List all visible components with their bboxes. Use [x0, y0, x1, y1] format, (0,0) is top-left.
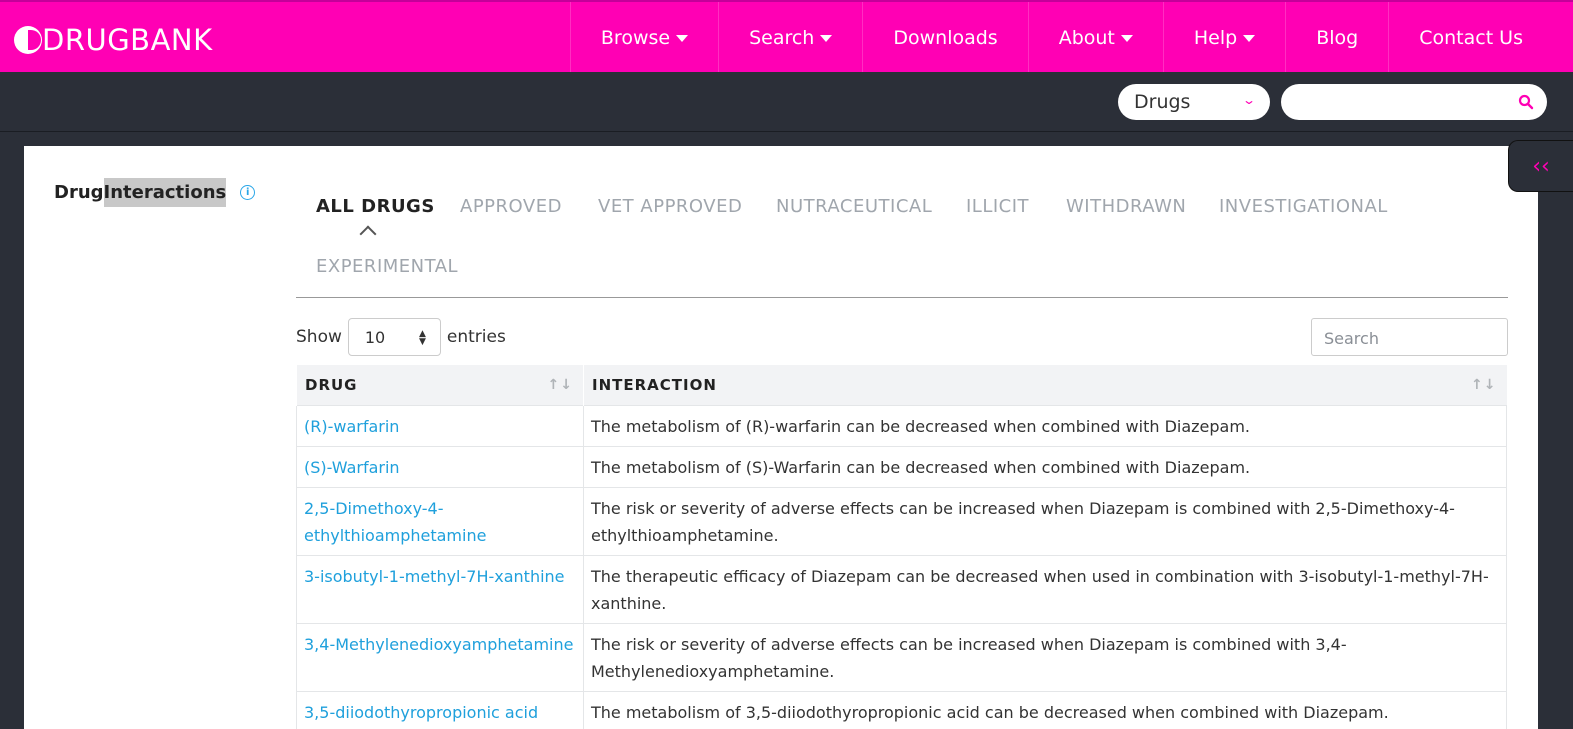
- nav-item-downloads[interactable]: Downloads: [862, 2, 1027, 74]
- caret-down-icon: [1243, 34, 1256, 42]
- tab-approved[interactable]: APPROVED: [460, 196, 562, 217]
- nav-item-label: About: [1058, 27, 1115, 49]
- sort-icon: ↑↓: [547, 377, 573, 393]
- column-header-drug[interactable]: DRUG ↑↓: [296, 365, 584, 405]
- drug-type-tabs: ALL DRUGS APPROVED VET APPROVED NUTRACEUTIC…: [296, 196, 1508, 298]
- logo-mark-icon: [14, 26, 42, 54]
- nav-item-label: Search: [749, 27, 815, 49]
- table-header-row: DRUG ↑↓ INTERACTION ↑↓: [296, 365, 1507, 405]
- section-title: Drug Interactions i: [54, 178, 256, 207]
- logo-text: DRUGBANK: [42, 23, 213, 57]
- chevron-down-icon: ⌄: [1241, 93, 1257, 107]
- drug-link[interactable]: 3-isobutyl-1-methyl-7H-xanthine: [296, 554, 584, 623]
- sidebar-toggle-button[interactable]: ‹‹: [1508, 140, 1573, 192]
- active-tab-caret-icon: [359, 225, 377, 243]
- main-nav: Browse Search Downloads About Help Blog Contac…: [569, 2, 1553, 74]
- tab-label: ILLICIT: [966, 196, 1030, 217]
- table-body: (R)-warfarin The metabolism of (R)-warfar…: [296, 404, 1507, 729]
- nav-item-about[interactable]: About: [1027, 2, 1163, 74]
- table-row: (R)-warfarin The metabolism of (R)-warfar…: [296, 404, 1507, 446]
- drug-link[interactable]: (S)-Warfarin: [296, 445, 584, 487]
- tab-investigational[interactable]: INVESTIGATIONAL: [1219, 196, 1388, 217]
- entries-length-control: Show 10 ▲ ▼ entries: [296, 318, 506, 356]
- table-row: 2,5-Dimethoxy-4-ethylthioamphetamine The …: [296, 486, 1507, 555]
- nav-item-label: Help: [1193, 27, 1238, 49]
- nav-item-contact-us[interactable]: Contact Us: [1388, 2, 1553, 74]
- entries-value: 10: [364, 327, 386, 347]
- table-row: 3,4-Methylenedioxyamphetamine The risk or…: [296, 622, 1507, 691]
- interaction-text: The risk or severity of adverse effects …: [583, 486, 1507, 555]
- nav-item-label: Contact Us: [1419, 27, 1523, 49]
- section-title-highlight: Interactions: [103, 178, 227, 207]
- table-row: 3-isobutyl-1-methyl-7H-xanthine The thera…: [296, 554, 1507, 623]
- up-down-icon: ▲ ▼: [418, 329, 426, 347]
- drugbank-logo[interactable]: DRUGBANK: [14, 24, 213, 56]
- search-input[interactable]: [1281, 84, 1547, 120]
- show-label: Show: [296, 327, 342, 347]
- caret-down-icon: [676, 34, 689, 42]
- search-icon[interactable]: [1517, 93, 1535, 111]
- caret-down-icon: [1120, 34, 1133, 42]
- table-search-placeholder: Search: [1324, 329, 1379, 348]
- nav-item-label: Browse: [600, 27, 671, 49]
- content-top-strip: [24, 132, 1538, 146]
- interaction-text: The metabolism of (S)-Warfarin can be de…: [583, 445, 1507, 487]
- nav-item-label: Blog: [1316, 27, 1359, 49]
- nav-item-search[interactable]: Search: [718, 2, 862, 74]
- entries-label: entries: [446, 327, 506, 347]
- tab-label: INVESTIGATIONAL: [1219, 196, 1388, 217]
- top-navbar: DRUGBANK Browse Search Downloads About Help B…: [0, 0, 1573, 74]
- tab-label: WITHDRAWN: [1066, 196, 1187, 217]
- tab-withdrawn[interactable]: WITHDRAWN: [1066, 196, 1186, 217]
- column-header-label: DRUG: [305, 375, 358, 394]
- column-header-label: INTERACTION: [592, 375, 717, 394]
- tab-label: VET APPROVED: [598, 196, 743, 217]
- tab-illicit[interactable]: ILLICIT: [966, 196, 1029, 217]
- caret-down-icon: [820, 34, 833, 42]
- interactions-table: DRUG ↑↓ INTERACTION ↑↓ (R)-warfarin The m…: [296, 365, 1507, 729]
- drug-link[interactable]: 3,5-diiodothyropropionic acid: [296, 690, 584, 729]
- tab-experimental[interactable]: EXPERIMENTAL: [316, 256, 458, 277]
- nav-item-label: Downloads: [893, 27, 998, 49]
- tab-nutraceutical[interactable]: NUTRACEUTICAL: [776, 196, 932, 217]
- sort-icon: ↑↓: [1471, 377, 1497, 393]
- tab-label: NUTRACEUTICAL: [776, 196, 933, 217]
- drug-link[interactable]: 2,5-Dimethoxy-4-ethylthioamphetamine: [296, 486, 584, 555]
- table-row: 3,5-diiodothyropropionic acid The metabol…: [296, 690, 1507, 729]
- interaction-text: The metabolism of 3,5-diiodothyropropion…: [583, 690, 1507, 729]
- tab-vet-approved[interactable]: VET APPROVED: [598, 196, 742, 217]
- entries-select[interactable]: 10 ▲ ▼: [347, 318, 441, 356]
- tab-label: EXPERIMENTAL: [316, 256, 459, 277]
- section-title-part1: Drug: [54, 182, 104, 203]
- interaction-text: The risk or severity of adverse effects …: [583, 622, 1507, 691]
- table-search-input[interactable]: Search: [1311, 318, 1508, 356]
- content-panel: Drug Interactions i ALL DRUGS APPROVED VET…: [24, 146, 1538, 729]
- column-header-interaction[interactable]: INTERACTION ↑↓: [583, 365, 1507, 405]
- nav-item-browse[interactable]: Browse: [569, 2, 718, 74]
- table-row: (S)-Warfarin The metabolism of (S)-Warfar…: [296, 445, 1507, 487]
- search-type-select[interactable]: Drugs ⌄: [1118, 84, 1270, 120]
- drug-link[interactable]: (R)-warfarin: [296, 404, 584, 446]
- nav-item-blog[interactable]: Blog: [1285, 2, 1388, 74]
- tab-all-drugs[interactable]: ALL DRUGS: [316, 196, 435, 243]
- tab-label: ALL DRUGS: [316, 196, 435, 217]
- search-type-value: Drugs: [1134, 91, 1191, 113]
- double-chevron-left-icon: ‹‹: [1532, 153, 1550, 179]
- nav-item-help[interactable]: Help: [1162, 2, 1285, 74]
- interaction-text: The therapeutic efficacy of Diazepam can…: [583, 554, 1507, 623]
- info-icon[interactable]: i: [240, 185, 256, 200]
- drug-link[interactable]: 3,4-Methylenedioxyamphetamine: [296, 622, 584, 691]
- interaction-text: The metabolism of (R)-warfarin can be de…: [583, 404, 1507, 446]
- tab-label: APPROVED: [460, 196, 562, 217]
- search-bar-row: Drugs ⌄: [0, 72, 1573, 132]
